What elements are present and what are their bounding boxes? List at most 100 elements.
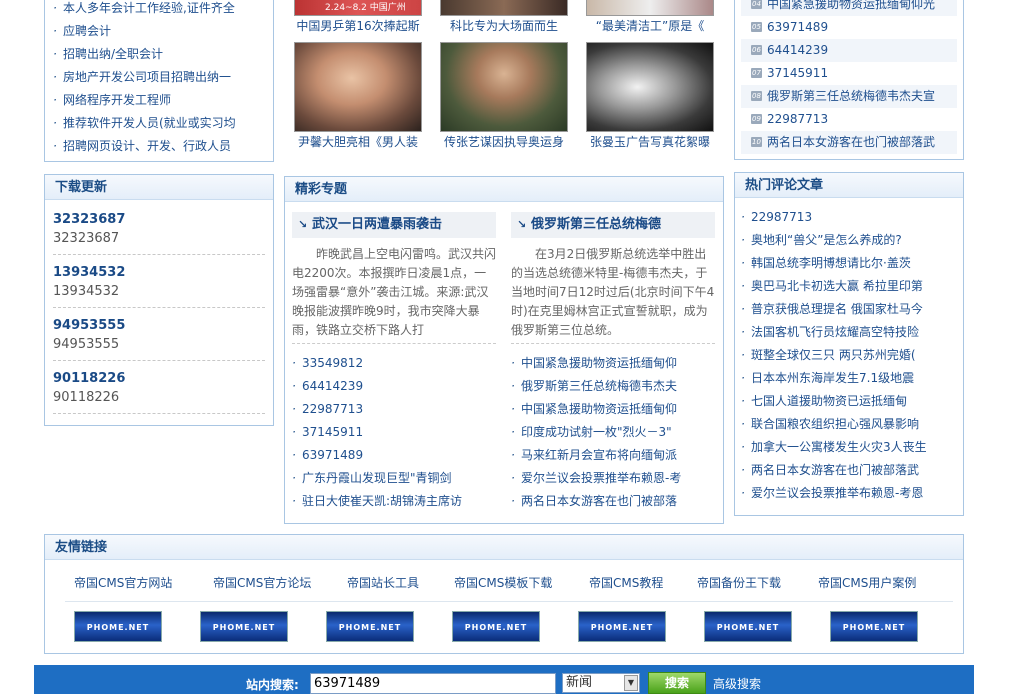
friend-links-title: 友情链接 bbox=[45, 535, 963, 560]
list-item[interactable]: · 俄罗斯第三任总统梅德韦杰夫 bbox=[505, 375, 717, 398]
photo-thumbnail[interactable] bbox=[440, 0, 568, 16]
list-item[interactable]: · 联合国粮农组织担心强风暴影响 bbox=[735, 413, 963, 436]
list-item[interactable]: · 网络程序开发工程师 bbox=[47, 89, 273, 112]
list-item[interactable]: · 马来红新月会宣布将向缅甸派 bbox=[505, 444, 717, 467]
list-item[interactable]: · 招聘网页设计、开发、行政人员 bbox=[47, 135, 273, 158]
list-item[interactable]: · 63971489 bbox=[286, 444, 496, 467]
photo-caption[interactable]: 科比专为大场面而生 bbox=[440, 16, 568, 36]
advanced-search-link[interactable]: 高级搜索 bbox=[713, 675, 761, 692]
list-item[interactable]: · 爱尔兰议会投票推举布赖恩-考恩 bbox=[735, 482, 963, 505]
friend-logo[interactable]: PHOME.NET bbox=[200, 611, 288, 642]
list-item[interactable]: · 普京获俄总理提名 俄国家杜马今 bbox=[735, 298, 963, 321]
photo-thumbnail[interactable] bbox=[294, 42, 422, 132]
photo-caption[interactable]: 中国男乒第16次捧起斯 bbox=[294, 16, 422, 36]
photo-item[interactable]: 科比专为大场面而生 bbox=[440, 0, 568, 36]
photo-item[interactable]: 张曼玉广告写真花絮曝 bbox=[586, 42, 714, 152]
list-item[interactable]: · 64414239 bbox=[286, 375, 496, 398]
download-item[interactable]: 90118226 90118226 bbox=[53, 361, 265, 414]
friend-link[interactable]: 帝国备份王下载 bbox=[697, 574, 781, 591]
photo-caption[interactable]: “最美清洁工”原是《 bbox=[586, 16, 714, 36]
photo-thumbnail[interactable] bbox=[440, 42, 568, 132]
list-item[interactable]: · 日本本州东海岸发生7.1级地震 bbox=[735, 367, 963, 390]
photo-thumbnail[interactable]: 2.24~8.2 中国广州 bbox=[294, 0, 422, 16]
hot-comments-title: 热门评论文章 bbox=[735, 173, 963, 198]
list-item[interactable]: · 驻日大使崔天凯:胡锦涛主席访 bbox=[286, 490, 496, 513]
photo-caption[interactable]: 尹馨大胆亮相《男人装 bbox=[294, 132, 422, 152]
download-desc: 13934532 bbox=[53, 284, 120, 299]
list-item[interactable]: · 加拿大一公寓楼发生火灾3人丧生 bbox=[735, 436, 963, 459]
list-item[interactable]: 05 63971489 bbox=[741, 16, 957, 39]
download-name[interactable]: 13934532 bbox=[53, 263, 265, 283]
photo-caption[interactable]: 传张艺谋因执导奥运身 bbox=[440, 132, 568, 152]
list-item[interactable]: · 奥地利“兽父”是怎么养成的? bbox=[735, 229, 963, 252]
list-item[interactable]: · 斑整全球仅三只 两只苏州完婚( bbox=[735, 344, 963, 367]
friend-link[interactable]: 帝国CMS官方网站 bbox=[74, 574, 172, 591]
list-item[interactable]: · 中国紧急援助物资运抵缅甸仰 bbox=[505, 352, 717, 375]
search-bar: 站内搜索: 新闻 ▼ 搜索 高级搜索 bbox=[34, 665, 974, 694]
search-category-select[interactable]: 新闻 ▼ bbox=[562, 673, 640, 693]
list-item[interactable]: · 奥巴马北卡初选大赢 希拉里印第 bbox=[735, 275, 963, 298]
search-button[interactable]: 搜索 bbox=[648, 672, 706, 694]
friend-link[interactable]: 帝国站长工具 bbox=[347, 574, 419, 591]
jobs-box: · 本人多年会计工作经验,证件齐全 · 应聘会计 · 招聘出纳/全职会计 · 房地产开发… bbox=[44, 0, 274, 162]
list-item[interactable]: · 法国客机飞行员炫耀高空特技险 bbox=[735, 321, 963, 344]
list-item[interactable]: · 推荐软件开发人员(就业或实习均 bbox=[47, 112, 273, 135]
download-item[interactable]: 32323687 32323687 bbox=[53, 202, 265, 255]
list-item[interactable]: · 印度成功试射一枚"烈火－3" bbox=[505, 421, 717, 444]
jobs-list: · 本人多年会计工作经验,证件齐全 · 应聘会计 · 招聘出纳/全职会计 · 房地产开发… bbox=[45, 0, 273, 158]
friend-links-row: 帝国CMS官方网站 帝国CMS官方论坛 帝国站长工具 帝国CMS模板下载 帝国C… bbox=[44, 574, 964, 592]
friend-logo[interactable]: PHOME.NET bbox=[326, 611, 414, 642]
list-item[interactable]: · 两名日本女游客在也门被部落 bbox=[505, 490, 717, 513]
list-item[interactable]: · 中国紧急援助物资运抵缅甸仰 bbox=[505, 398, 717, 421]
list-item[interactable]: 07 37145911 bbox=[741, 62, 957, 85]
friend-logo[interactable]: PHOME.NET bbox=[578, 611, 666, 642]
download-name[interactable]: 94953555 bbox=[53, 316, 265, 336]
photo-thumbnail[interactable] bbox=[586, 0, 714, 16]
list-item[interactable]: · 22987713 bbox=[286, 398, 496, 421]
list-item[interactable]: · 33549812 bbox=[286, 352, 496, 375]
list-item[interactable]: · 爱尔兰议会投票推举布赖恩-考 bbox=[505, 467, 717, 490]
list-item[interactable]: · 招聘出纳/全职会计 bbox=[47, 43, 273, 66]
list-item[interactable]: 09 22987713 bbox=[741, 108, 957, 131]
photo-item[interactable]: 尹馨大胆亮相《男人装 bbox=[294, 42, 422, 152]
friend-logo[interactable]: PHOME.NET bbox=[74, 611, 162, 642]
friend-link[interactable]: 帝国CMS用户案例 bbox=[818, 574, 916, 591]
search-input[interactable] bbox=[310, 673, 556, 694]
friend-logo[interactable]: PHOME.NET bbox=[704, 611, 792, 642]
list-item[interactable]: · 本人多年会计工作经验,证件齐全 bbox=[47, 0, 273, 20]
list-item[interactable]: · 房地产开发公司项目招聘出纳一 bbox=[47, 66, 273, 89]
friend-logo[interactable]: PHOME.NET bbox=[452, 611, 540, 642]
list-item[interactable]: · 韩国总统李明博想请比尔·盖茨 bbox=[735, 252, 963, 275]
photo-item[interactable]: 传张艺谋因执导奥运身 bbox=[440, 42, 568, 152]
list-item[interactable]: · 37145911 bbox=[286, 421, 496, 444]
featured-right-heading[interactable]: ↘ 俄罗斯第三任总统梅德 bbox=[511, 212, 715, 238]
friend-link[interactable]: 帝国CMS教程 bbox=[589, 574, 663, 591]
list-item[interactable]: · 广东丹霞山发现巨型"青铜剑 bbox=[286, 467, 496, 490]
photo-thumbnail[interactable] bbox=[586, 42, 714, 132]
list-item[interactable]: 04 中国紧急援助物资运抵缅甸仰光 bbox=[741, 0, 957, 16]
featured-title: 精彩专题 bbox=[285, 177, 723, 202]
search-label: 站内搜索: bbox=[246, 678, 299, 692]
list-item[interactable]: · 应聘会计 bbox=[47, 20, 273, 43]
list-item[interactable]: 10 两名日本女游客在也门被部落武 bbox=[741, 131, 957, 154]
photo-item[interactable]: “最美清洁工”原是《 bbox=[586, 0, 714, 36]
download-name[interactable]: 90118226 bbox=[53, 369, 265, 389]
list-item[interactable]: 06 64414239 bbox=[741, 39, 957, 62]
download-title: 下载更新 bbox=[45, 175, 273, 200]
featured-left-heading[interactable]: ↘ 武汉一日两遭暴雨袭击 bbox=[292, 212, 496, 238]
download-item[interactable]: 94953555 94953555 bbox=[53, 308, 265, 361]
friend-link[interactable]: 帝国CMS官方论坛 bbox=[213, 574, 311, 591]
list-item[interactable]: · 22987713 bbox=[735, 206, 963, 229]
list-item[interactable]: 08 俄罗斯第三任总统梅德韦杰夫宣 bbox=[741, 85, 957, 108]
download-box: 下载更新 32323687 32323687 13934532 13934532 9… bbox=[44, 174, 274, 426]
friend-logo[interactable]: PHOME.NET bbox=[830, 611, 918, 642]
download-item[interactable]: 13934532 13934532 bbox=[53, 255, 265, 308]
friend-link[interactable]: 帝国CMS模板下载 bbox=[454, 574, 552, 591]
photo-item[interactable]: 2.24~8.2 中国广州 中国男乒第16次捧起斯 bbox=[294, 0, 422, 36]
download-name[interactable]: 32323687 bbox=[53, 210, 265, 230]
photo-caption[interactable]: 张曼玉广告写真花絮曝 bbox=[586, 132, 714, 152]
divider bbox=[65, 601, 953, 602]
list-item[interactable]: · 七国人道援助物资已运抵缅甸 bbox=[735, 390, 963, 413]
featured-left-summary: 昨晚武昌上空电闪雷鸣。武汉共闪电2200次。本报撰昨日凌晨1点，一场强雷暴“意外… bbox=[292, 247, 497, 337]
list-item[interactable]: · 两名日本女游客在也门被部落武 bbox=[735, 459, 963, 482]
